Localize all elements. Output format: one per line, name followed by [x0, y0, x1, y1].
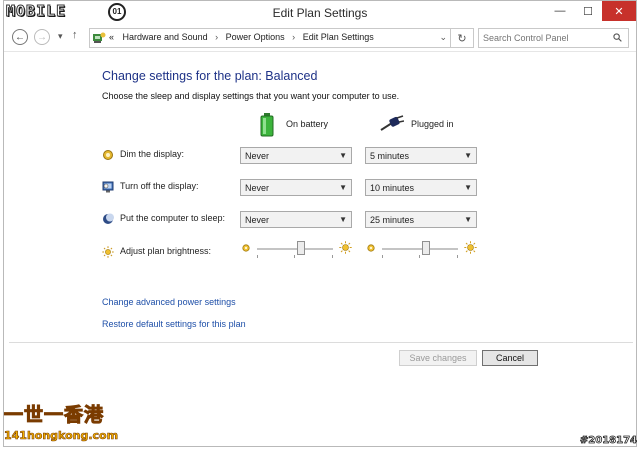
slider-tick — [382, 255, 383, 258]
on-battery-header: On battery — [260, 113, 370, 139]
slider-ticks — [257, 255, 333, 259]
plugged-in-label: Plugged in — [411, 119, 454, 129]
brightness-sun-icon — [102, 246, 114, 258]
slider-tick — [419, 255, 420, 258]
cancel-button[interactable]: Cancel — [482, 350, 538, 366]
sleep-label: Put the computer to sleep: — [120, 213, 226, 223]
chevron-down-icon: ▼ — [464, 215, 472, 224]
slider-ticks — [382, 255, 458, 259]
close-button[interactable]: ✕ — [602, 1, 636, 21]
dim-display-plugged-select[interactable]: 5 minutes ▼ — [365, 147, 477, 164]
plan-settings-panel: Change settings for the plan: Balanced C… — [4, 53, 636, 343]
search-input[interactable] — [483, 31, 603, 45]
refresh-button[interactable]: ↻ — [450, 29, 473, 47]
sleep-moon-icon — [103, 213, 114, 224]
window-controls: — ☐ ✕ — [546, 1, 636, 21]
slider-thumb[interactable] — [297, 241, 306, 255]
turn-off-display-label: Turn off the display: — [120, 181, 199, 191]
chevron-down-icon: ▼ — [339, 183, 347, 192]
breadcrumb-hardware-and-sound[interactable]: Hardware and Sound — [123, 32, 208, 42]
selected-value: 10 minutes — [370, 183, 415, 193]
chevron-down-icon: ▼ — [339, 151, 347, 160]
dim-sun-icon — [367, 244, 375, 252]
watermark-image-id: #2018174 — [579, 435, 638, 447]
on-battery-label: On battery — [286, 119, 329, 129]
control-panel-icon — [93, 32, 106, 43]
breadcrumb: « Hardware and Sound › Power Options › E… — [109, 32, 374, 42]
turn-off-display-plugged-select[interactable]: 10 minutes ▼ — [365, 179, 477, 196]
selected-value: 25 minutes — [370, 215, 415, 225]
watermark-url: 141hongkong.com — [4, 429, 119, 443]
up-button[interactable]: ↑ — [72, 29, 78, 41]
brightness-battery-slider[interactable] — [241, 241, 352, 261]
sleep-battery-select[interactable]: Never ▼ — [240, 211, 352, 228]
search-icon[interactable] — [613, 33, 622, 42]
dim-display-icon — [103, 150, 113, 160]
slider-tick — [457, 255, 458, 258]
footer-divider — [9, 342, 633, 343]
breadcrumb-prefix[interactable]: « — [109, 32, 114, 42]
breadcrumb-edit-plan-settings[interactable]: Edit Plan Settings — [303, 32, 374, 42]
minimize-button[interactable]: — — [546, 1, 574, 21]
page-subtitle: Choose the sleep and display settings th… — [102, 91, 400, 101]
selected-value: Never — [245, 151, 270, 161]
address-dropdown-button[interactable]: ⌄ — [439, 32, 447, 43]
bright-sun-icon — [464, 241, 477, 254]
slider-thumb[interactable] — [422, 241, 431, 255]
breadcrumb-power-options[interactable]: Power Options — [226, 32, 285, 42]
advanced-power-settings-link[interactable]: Change advanced power settings — [102, 297, 236, 307]
dim-sun-icon — [242, 244, 250, 252]
slider-tick — [257, 255, 258, 258]
save-changes-button[interactable]: Save changes — [399, 350, 477, 366]
dim-display-battery-select[interactable]: Never ▼ — [240, 147, 352, 164]
title-bar: MOBILE 01 Edit Plan Settings — ☐ ✕ — [4, 1, 636, 25]
plugged-in-header: Plugged in — [380, 113, 490, 139]
slider-tick — [332, 255, 333, 258]
address-bar[interactable]: « Hardware and Sound › Power Options › E… — [89, 28, 474, 48]
window-frame: MOBILE 01 Edit Plan Settings — ☐ ✕ ← → ▾… — [3, 0, 637, 447]
chevron-down-icon: ▼ — [464, 151, 472, 160]
restore-defaults-link[interactable]: Restore default settings for this plan — [102, 319, 246, 329]
selected-value: Never — [245, 215, 270, 225]
dim-display-label: Dim the display: — [120, 149, 185, 159]
battery-icon — [260, 113, 274, 137]
maximize-button[interactable]: ☐ — [574, 1, 602, 21]
slider-tick — [294, 255, 295, 258]
selected-value: Never — [245, 183, 270, 193]
navbar-divider — [4, 51, 636, 52]
breadcrumb-separator[interactable]: › — [215, 32, 218, 42]
brightness-plugged-slider[interactable] — [366, 241, 477, 261]
selected-value: 5 minutes — [370, 151, 410, 161]
search-box[interactable] — [478, 28, 629, 48]
monitor-off-icon — [102, 181, 114, 193]
brightness-label: Adjust plan brightness: — [120, 246, 212, 256]
power-plug-icon — [380, 115, 404, 131]
page-title: Change settings for the plan: Balanced — [102, 69, 318, 83]
sleep-plugged-select[interactable]: 25 minutes ▼ — [365, 211, 477, 228]
forward-button[interactable]: → — [34, 29, 50, 45]
turn-off-display-battery-select[interactable]: Never ▼ — [240, 179, 352, 196]
watermark-chinese-text: 一世一香港 — [3, 404, 105, 427]
window-title: Edit Plan Settings — [272, 6, 368, 20]
slider-track[interactable] — [257, 248, 333, 250]
navigation-bar: ← → ▾ ↑ « Hardware and Sound › Power Opt… — [4, 26, 636, 50]
breadcrumb-separator[interactable]: › — [292, 32, 295, 42]
slider-track[interactable] — [382, 248, 458, 250]
recent-pages-button[interactable]: ▾ — [58, 31, 63, 42]
back-button[interactable]: ← — [12, 29, 28, 45]
brightness-row: Adjust plan brightness: — [102, 244, 242, 262]
chevron-down-icon: ▼ — [339, 215, 347, 224]
bright-sun-icon — [339, 241, 352, 254]
chevron-down-icon: ▼ — [464, 183, 472, 192]
